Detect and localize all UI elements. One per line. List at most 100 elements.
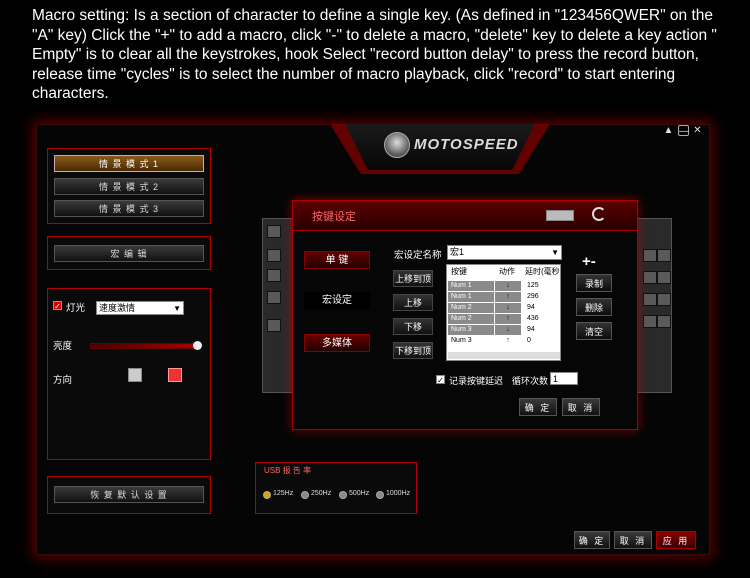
row-key: Num 1 — [448, 292, 494, 302]
record-delay-label: 记录按键延迟 — [449, 376, 504, 386]
move-to-bottom-button[interactable]: 下移到顶 — [393, 342, 433, 359]
keyboard-key — [657, 315, 671, 328]
brightness-label: 亮度 — [53, 341, 73, 352]
brand-name: MOTOSPEED — [414, 136, 519, 153]
keyboard-icon — [546, 210, 574, 221]
light-effect-value: 速度激情 — [99, 303, 136, 313]
row-key: Num 2 — [448, 303, 494, 313]
table-horizontal-scrollbar[interactable] — [448, 352, 560, 359]
restore-defaults-button[interactable]: 恢 复 默 认 设 置 — [54, 486, 204, 503]
keyboard-key — [267, 249, 281, 262]
keyboard-key — [643, 315, 657, 328]
keyboard-key — [657, 271, 671, 284]
row-key: Num 3 — [448, 336, 494, 346]
row-delay: 94 — [527, 326, 535, 333]
table-row[interactable]: Num 3 ↓ 94 — [448, 325, 560, 335]
refresh-icon[interactable] — [592, 207, 606, 221]
usb-500hz-label: 500Hz — [349, 490, 370, 497]
keyboard-key — [657, 249, 671, 262]
direction-cross-icon[interactable] — [168, 368, 182, 382]
cancel-button[interactable]: 取 消 — [614, 531, 652, 549]
keyboard-key — [643, 249, 657, 262]
collapse-icon[interactable]: ▲ — [663, 125, 674, 136]
loop-count-input[interactable]: 1 — [550, 372, 578, 385]
loop-count-label: 循环次数 — [512, 376, 549, 386]
macro-name-value: 宏1 — [450, 247, 465, 257]
macro-name-label: 宏设定名称 — [394, 250, 442, 261]
keyboard-key — [267, 319, 281, 332]
keyboard-key — [267, 225, 281, 238]
delete-button[interactable]: 删除 — [576, 298, 612, 316]
keyboard-key — [267, 291, 281, 304]
macro-edit-button[interactable]: 宏 编 辑 — [54, 245, 204, 262]
row-delay: 125 — [527, 282, 539, 289]
table-row[interactable]: Num 1 ↓ 125 — [448, 281, 560, 291]
usb-1000hz-label: 1000Hz — [386, 490, 411, 497]
row-action: ↑ — [495, 314, 521, 324]
mode-1-button[interactable]: 情 景 模 式 1 — [54, 155, 204, 172]
header-action: 动作 — [499, 267, 515, 276]
light-checkbox[interactable]: ✓ — [53, 301, 62, 311]
ok-button[interactable]: 确 定 — [574, 531, 610, 549]
light-effect-select[interactable]: 速度激情 ▼ — [96, 301, 184, 315]
usb-250hz-radio[interactable] — [301, 491, 309, 499]
row-action: ↓ — [495, 325, 521, 335]
mode-2-button[interactable]: 情 景 模 式 2 — [54, 178, 204, 195]
row-delay: 0 — [527, 337, 531, 344]
row-action: ↓ — [495, 281, 521, 291]
usb-1000hz-radio[interactable] — [376, 491, 384, 499]
row-key: Num 2 — [448, 314, 494, 324]
dialog-title: 按键设定 — [312, 211, 356, 223]
header-delay: 延时(毫秒 — [525, 267, 560, 276]
row-delay: 296 — [527, 293, 539, 300]
clear-button[interactable]: 清空 — [576, 322, 612, 340]
brightness-slider[interactable] — [90, 343, 200, 349]
usb-125hz-radio[interactable] — [263, 491, 271, 499]
chevron-down-icon: ▼ — [173, 304, 181, 313]
usb-500hz-radio[interactable] — [339, 491, 347, 499]
chevron-down-icon: ▼ — [551, 248, 559, 257]
record-delay-checkbox[interactable]: ✓ — [436, 375, 445, 385]
tab-multimedia[interactable]: 多媒体 — [304, 334, 370, 352]
usb-250hz-label: 250Hz — [311, 490, 332, 497]
dialog-cancel-button[interactable]: 取 消 — [562, 398, 600, 416]
record-button[interactable]: 录制 — [576, 274, 612, 292]
keyboard-key — [643, 271, 657, 284]
brand-logo-icon — [384, 132, 410, 158]
move-up-button[interactable]: 上移 — [393, 294, 433, 311]
tab-single-key[interactable]: 单 键 — [304, 251, 370, 269]
row-delay: 436 — [527, 315, 539, 322]
usb-125hz-label: 125Hz — [273, 490, 294, 497]
keyboard-key — [657, 293, 671, 306]
add-remove-macro-buttons[interactable]: +- — [582, 253, 596, 270]
table-row[interactable]: Num 3 ↑ 0 — [448, 336, 560, 346]
row-key: Num 3 — [448, 325, 494, 335]
keyboard-key — [267, 269, 281, 282]
usb-rate-label: USB 报 告 率 — [264, 466, 312, 475]
light-label: 灯光 — [66, 303, 86, 314]
move-down-button[interactable]: 下移 — [393, 318, 433, 335]
tab-macro-setting[interactable]: 宏设定 — [304, 292, 370, 310]
direction-label: 方向 — [53, 375, 73, 386]
row-key: Num 1 — [448, 281, 494, 291]
row-delay: 94 — [527, 304, 535, 311]
row-action: ↑ — [495, 336, 521, 346]
move-to-top-button[interactable]: 上移到顶 — [393, 270, 433, 287]
close-icon[interactable]: ✕ — [692, 125, 703, 136]
direction-grid-icon[interactable] — [128, 368, 142, 382]
table-row[interactable]: Num 1 ↑ 296 — [448, 292, 560, 302]
header-key: 按键 — [451, 267, 467, 276]
minimize-icon[interactable]: — — [678, 125, 689, 137]
row-action: ↑ — [495, 292, 521, 302]
table-row[interactable]: Num 2 ↑ 436 — [448, 314, 560, 324]
macro-table: 按键 动作 延时(毫秒 Num 1 ↓ 125 Num 1 ↑ 296 Num … — [446, 264, 561, 361]
instruction-caption: Macro setting: Is a section of character… — [32, 7, 717, 102]
table-row[interactable]: Num 2 ↓ 94 — [448, 303, 560, 313]
row-action: ↓ — [495, 303, 521, 313]
apply-button[interactable]: 应 用 — [656, 531, 696, 549]
mode-3-button[interactable]: 情 景 模 式 3 — [54, 200, 204, 217]
brightness-slider-handle[interactable] — [193, 341, 202, 350]
macro-name-select[interactable]: 宏1 ▼ — [447, 245, 562, 260]
dialog-ok-button[interactable]: 确 定 — [519, 398, 557, 416]
keyboard-key — [643, 293, 657, 306]
